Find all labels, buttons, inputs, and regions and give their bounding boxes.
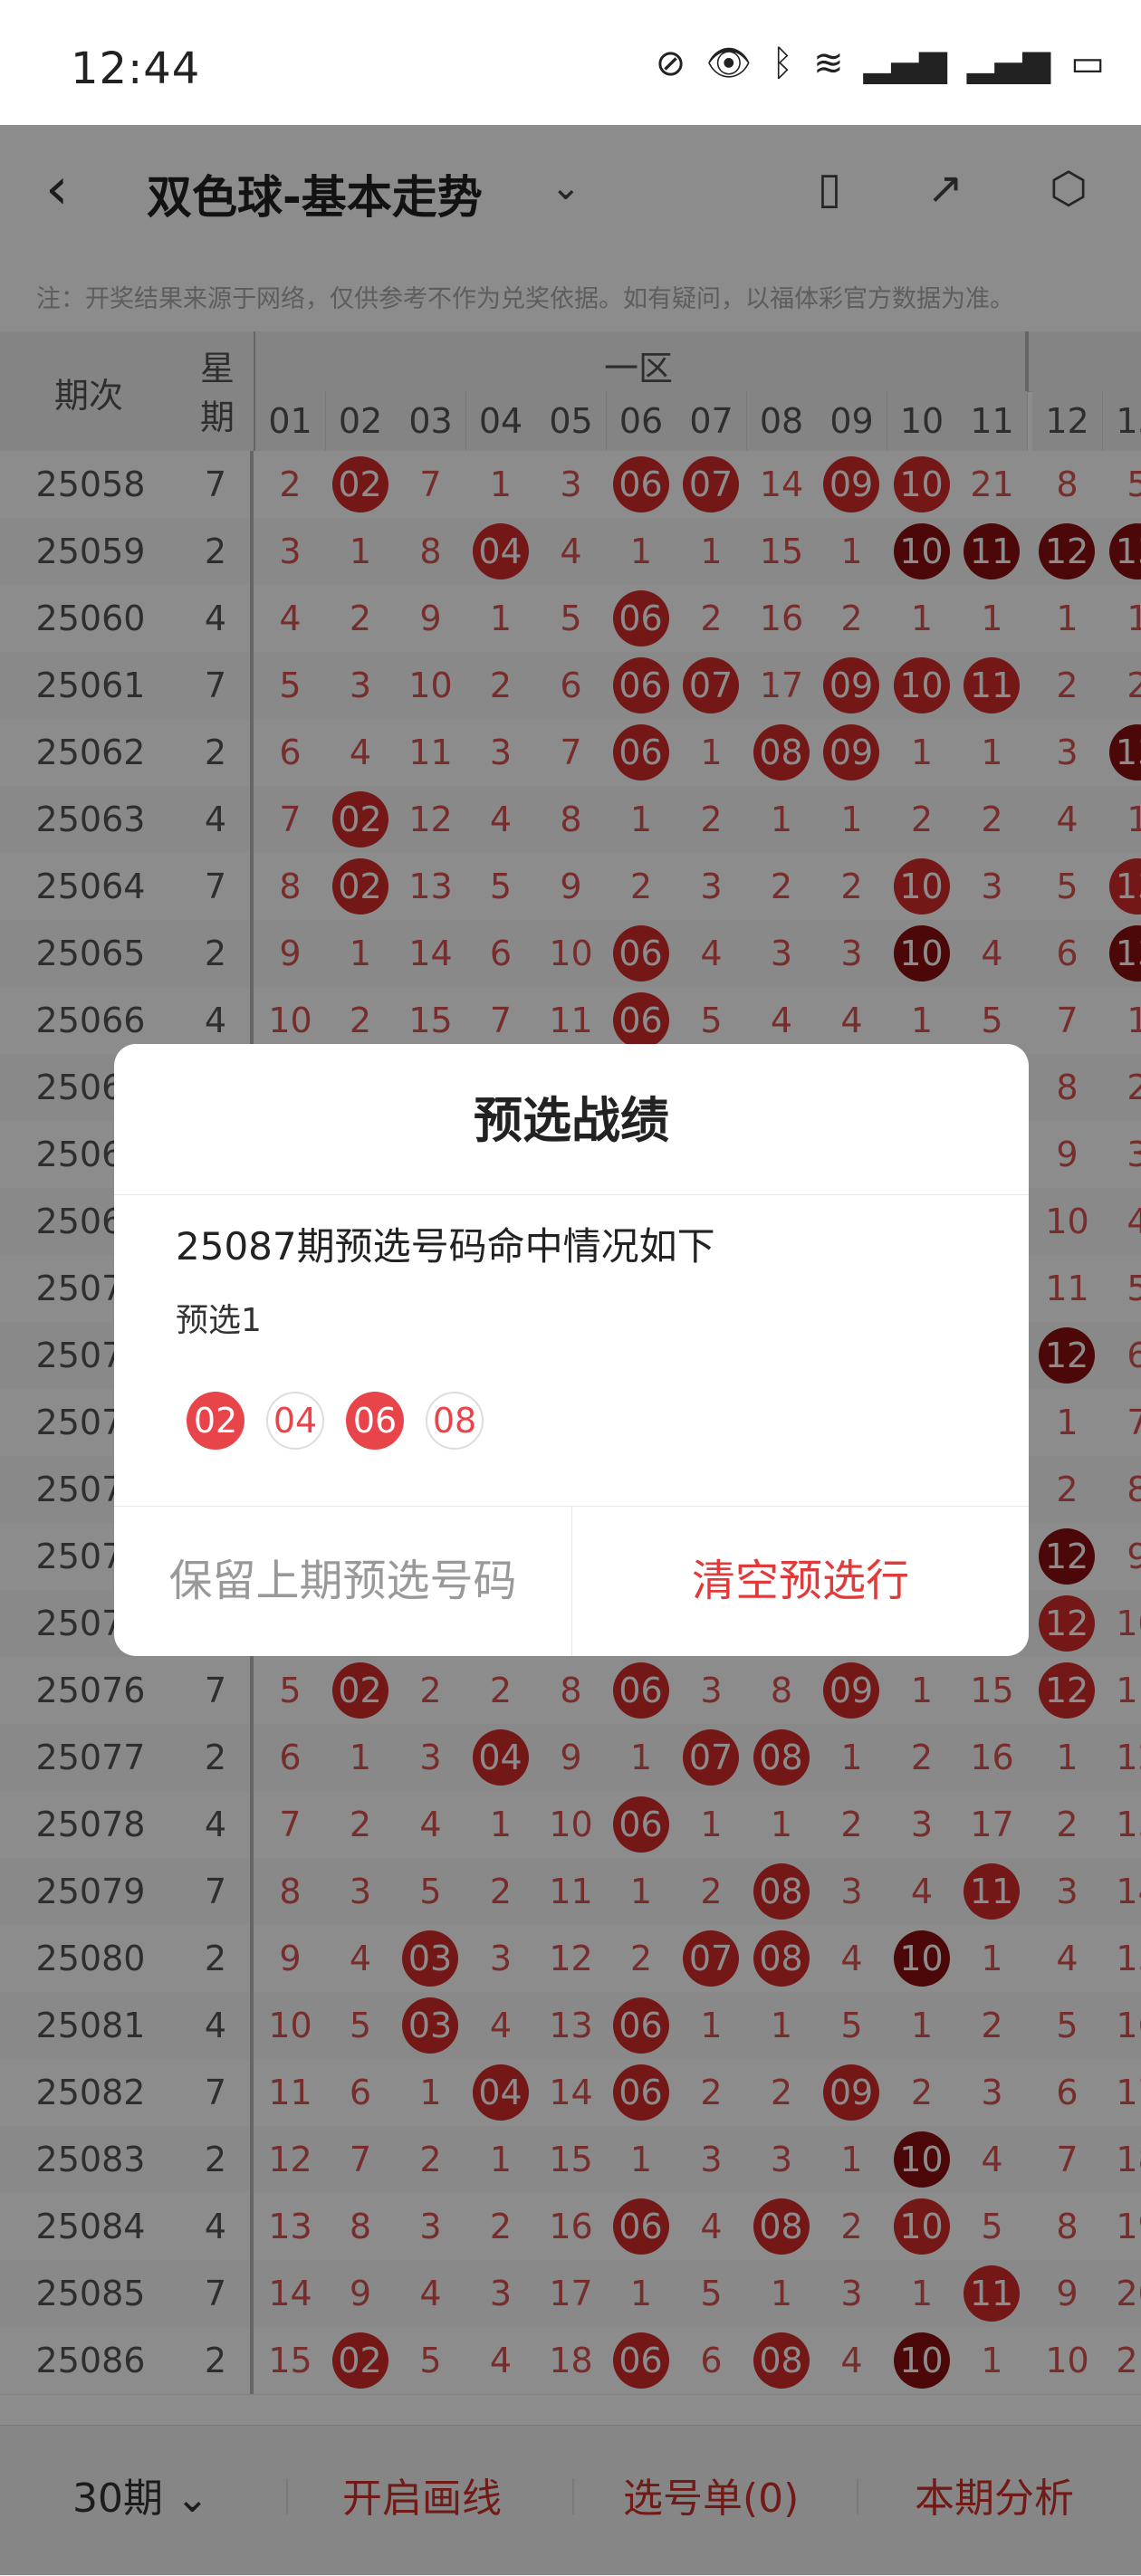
preselect-ball: 08	[426, 1392, 484, 1450]
status-icons: ⊘ 👁 ᛒ ≋ ▂▄▆ ▂▄▆ ▭	[656, 45, 1105, 81]
bluetooth-icon: ᛒ	[772, 43, 794, 84]
preselect-result-dialog: 预选战绩 25087期预选号码命中情况如下 预选1 02 04 06 08 保留…	[114, 1044, 1029, 1656]
signal-icon: ▂▄▆	[863, 43, 947, 84]
preselect-ball: 04	[266, 1392, 324, 1450]
dialog-title: 预选战绩	[474, 1092, 669, 1149]
keep-previous-button[interactable]: 保留上期预选号码	[114, 1506, 571, 1656]
status-bar: 12:44 ⊘ 👁 ᛒ ≋ ▂▄▆ ▂▄▆ ▭	[0, 0, 1141, 125]
eye-icon: 👁	[705, 43, 753, 84]
wifi-icon: ≋	[813, 43, 844, 84]
preselect-label: 预选1	[176, 1302, 262, 1339]
status-time: 12:44	[71, 43, 201, 94]
divider	[114, 1194, 1029, 1195]
preselect-ball: 02	[187, 1392, 244, 1450]
preselect-ball: 06	[346, 1392, 404, 1450]
dialog-summary: 25087期预选号码命中情况如下	[176, 1224, 715, 1269]
clear-preselect-button[interactable]: 清空预选行	[572, 1506, 1029, 1656]
battery-icon: ▭	[1070, 43, 1105, 84]
data-saver-icon: ⊘	[655, 43, 686, 84]
signal-icon-2: ▂▄▆	[966, 43, 1051, 84]
